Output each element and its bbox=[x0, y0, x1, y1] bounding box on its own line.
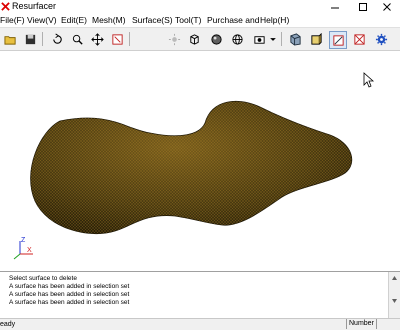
maximize-icon bbox=[359, 3, 367, 11]
menu-mesh[interactable]: Mesh(M) bbox=[92, 15, 126, 26]
sun-icon bbox=[168, 33, 180, 45]
output-line: A surface has been added in selection se… bbox=[9, 283, 130, 290]
select-icon bbox=[332, 34, 344, 46]
wire-sphere-icon bbox=[231, 33, 243, 45]
zoom-window-button[interactable] bbox=[109, 31, 125, 47]
camera-icon bbox=[253, 35, 265, 44]
output-line: Select surface to delete bbox=[9, 275, 77, 282]
close-button[interactable] bbox=[374, 0, 400, 14]
status-text: eady bbox=[0, 321, 16, 328]
toolbar bbox=[0, 28, 400, 51]
window-title: Resurfacer bbox=[12, 1, 57, 11]
axis-label-x: X bbox=[27, 247, 32, 254]
open-button[interactable] bbox=[2, 31, 18, 47]
wire-view-button[interactable] bbox=[229, 31, 245, 47]
minimize-icon bbox=[331, 7, 339, 9]
maximize-button[interactable] bbox=[350, 0, 376, 14]
box-view-icon bbox=[310, 32, 322, 45]
menu-edit[interactable]: Edit(E) bbox=[61, 15, 87, 26]
minimize-button[interactable] bbox=[322, 0, 348, 14]
box-view-button[interactable] bbox=[308, 31, 324, 47]
shaded-view-button[interactable] bbox=[208, 31, 224, 47]
toolbar-separator bbox=[42, 32, 43, 46]
output-line: A surface has been added in selection se… bbox=[9, 299, 130, 306]
scroll-up-icon[interactable] bbox=[389, 273, 400, 283]
save-button[interactable] bbox=[22, 31, 38, 47]
output-scrollbar[interactable] bbox=[388, 272, 400, 319]
zoom-button[interactable] bbox=[69, 31, 85, 47]
light-button[interactable] bbox=[166, 31, 182, 47]
menu-bar: File(F) View(V) Edit(E) Mesh(M) Surface(… bbox=[0, 14, 400, 28]
cross-select-icon bbox=[353, 33, 365, 45]
view-dropdown-button[interactable] bbox=[268, 31, 278, 47]
open-folder-icon bbox=[3, 35, 16, 45]
mouse-cursor-icon bbox=[363, 72, 375, 88]
camera-button[interactable] bbox=[251, 31, 267, 47]
close-icon bbox=[383, 3, 391, 11]
pan-button[interactable] bbox=[89, 31, 105, 47]
output-panel: Select surface to delete A surface has b… bbox=[0, 271, 400, 319]
toolbar-separator bbox=[129, 32, 130, 46]
menu-surface[interactable]: Surface(S) bbox=[132, 15, 173, 26]
menu-file[interactable]: File(F) bbox=[0, 15, 25, 26]
mesh-display-icon bbox=[289, 32, 301, 46]
rotate-button[interactable] bbox=[49, 31, 65, 47]
mesh-canvas[interactable]: Z X bbox=[0, 51, 400, 270]
shaded-sphere-icon bbox=[210, 33, 222, 45]
menu-purchase[interactable]: Purchase and bbox=[207, 15, 259, 26]
save-icon bbox=[25, 34, 35, 44]
output-line: A surface has been added in selection se… bbox=[9, 291, 130, 298]
rotate-icon bbox=[52, 33, 62, 44]
cube-view-icon bbox=[189, 33, 199, 45]
menu-help[interactable]: Help(H) bbox=[260, 15, 289, 26]
pan-icon bbox=[90, 32, 104, 46]
menu-tool[interactable]: Tool(T) bbox=[175, 15, 201, 26]
app-icon bbox=[1, 2, 10, 11]
select-button[interactable] bbox=[329, 31, 347, 49]
cross-select-button[interactable] bbox=[351, 31, 367, 47]
zoom-window-icon bbox=[111, 33, 123, 45]
axis-triad: Z X bbox=[13, 237, 33, 260]
mesh-wireframe bbox=[30, 101, 352, 234]
cube-view-button[interactable] bbox=[186, 31, 202, 47]
axis-label-z: Z bbox=[21, 237, 26, 244]
toolbar-separator bbox=[281, 32, 282, 46]
scroll-down-icon[interactable] bbox=[389, 296, 400, 306]
title-bar: Resurfacer bbox=[0, 0, 400, 14]
3d-viewport[interactable]: Z X bbox=[0, 51, 400, 270]
zoom-icon bbox=[72, 34, 83, 45]
status-number-indicator: Number bbox=[346, 319, 377, 329]
settings-gear-icon bbox=[375, 33, 387, 45]
menu-view[interactable]: View(V) bbox=[27, 15, 57, 26]
settings-button[interactable] bbox=[373, 31, 389, 47]
status-bar: eady Number bbox=[0, 318, 400, 330]
mesh-display-button[interactable] bbox=[287, 31, 303, 47]
dropdown-arrow-icon bbox=[270, 37, 276, 41]
